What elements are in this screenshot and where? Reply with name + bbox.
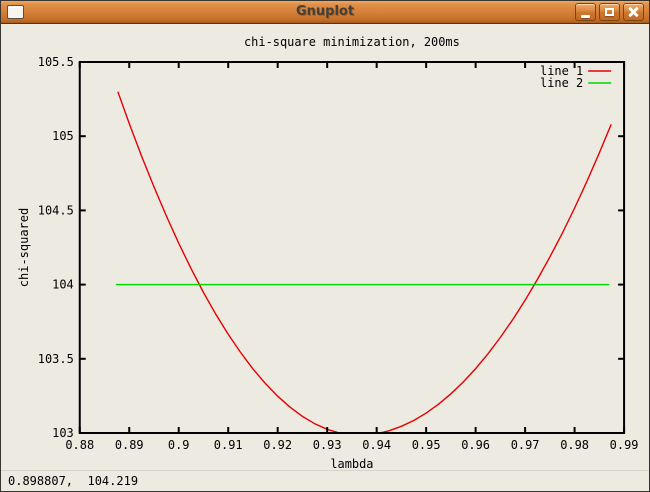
window-controls <box>575 3 644 21</box>
plot-border <box>78 61 626 434</box>
plot-canvas[interactable]: 0.88 0.89 0.9 0.91 0.92 0.93 0.94 0.95 0.96 0.97 0… <box>1 24 649 470</box>
y-tick-label: 105.5 <box>38 55 74 69</box>
x-tick-label: 0.94 <box>362 438 391 452</box>
x-tick-label: 0.89 <box>115 438 144 452</box>
x-tick-label: 0.88 <box>65 438 94 452</box>
x-tick-label: 0.96 <box>461 438 490 452</box>
minimize-button[interactable] <box>575 3 596 21</box>
x-axis-label: lambda <box>330 457 373 470</box>
gnuplot-window: Gnuplot 0.88 0.89 0.9 0.91 0.92 0.93 0.94 0.95 0… <box>0 0 650 492</box>
window-menu-button[interactable] <box>6 4 24 20</box>
x-tick-label: 0.93 <box>313 438 342 452</box>
window-title: Gnuplot <box>295 4 355 19</box>
y-tick-label: 104.5 <box>38 203 74 217</box>
maximize-icon <box>605 8 614 16</box>
x-tick-label: 0.97 <box>511 438 540 452</box>
minimize-icon <box>581 14 590 18</box>
y-axis-label: chi-squared <box>17 208 31 287</box>
axis-ticks <box>78 61 626 434</box>
x-tick-label: 0.99 <box>610 438 639 452</box>
plot-series <box>115 91 612 433</box>
y-tick-label: 103.5 <box>38 352 74 366</box>
y-tick-label: 104 <box>52 278 74 292</box>
x-tick-label: 0.92 <box>263 438 292 452</box>
chart[interactable]: 0.88 0.89 0.9 0.91 0.92 0.93 0.94 0.95 0.96 0.97 0… <box>1 24 649 470</box>
maximize-button[interactable] <box>599 3 620 21</box>
titlebar[interactable]: Gnuplot <box>1 1 649 24</box>
x-tick-label: 0.95 <box>412 438 441 452</box>
close-icon <box>628 6 640 18</box>
legend-label: line 2 <box>540 76 583 90</box>
window-icon <box>6 5 24 19</box>
series-line-1 <box>117 91 612 433</box>
y-tick-label: 103 <box>52 426 74 440</box>
y-tick-label: 105 <box>52 129 74 143</box>
x-tick-label: 0.91 <box>214 438 243 452</box>
x-tick-label: 0.98 <box>560 438 589 452</box>
chart-title: chi-square minimization, 200ms <box>244 35 460 49</box>
statusbar: 0.898807, 104.219 <box>1 470 649 491</box>
close-button[interactable] <box>623 3 644 21</box>
coordinate-readout: 0.898807, 104.219 <box>8 474 139 488</box>
x-tick-label: 0.9 <box>168 438 190 452</box>
